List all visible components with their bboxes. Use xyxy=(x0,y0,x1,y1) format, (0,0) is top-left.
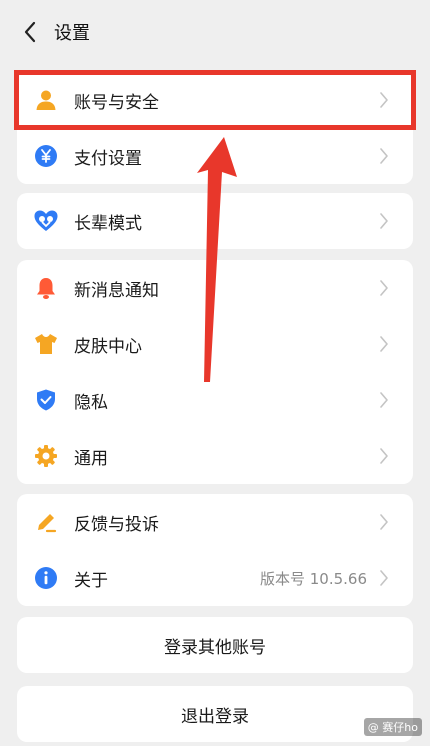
yuan-icon xyxy=(32,142,60,170)
menu-item-label: 通用 xyxy=(74,448,108,469)
version-text: 版本号 10.5.66 xyxy=(259,569,367,588)
menu-item-account-security[interactable]: 账号与安全 xyxy=(17,72,413,128)
menu-item-general[interactable]: 通用 xyxy=(17,428,413,484)
watermark: @ 赛仔ho xyxy=(363,718,422,736)
chevron-left-icon xyxy=(24,21,36,43)
menu-item-skin-center[interactable]: 皮肤中心 xyxy=(17,316,413,372)
back-button[interactable] xyxy=(10,12,50,52)
menu-item-label: 长辈模式 xyxy=(74,213,142,234)
chevron-right-icon xyxy=(373,89,395,111)
logout-button[interactable]: 退出登录 xyxy=(17,686,413,742)
heart-elder-icon xyxy=(32,207,60,235)
tshirt-icon xyxy=(32,330,60,358)
menu-item-label: 关于 xyxy=(74,570,108,591)
pencil-icon xyxy=(32,508,60,536)
menu-item-label: 隐私 xyxy=(74,392,108,413)
menu-item-feedback[interactable]: 反馈与投诉 xyxy=(17,494,413,550)
bell-icon xyxy=(32,274,60,302)
chevron-right-icon xyxy=(373,567,395,589)
menu-item-payment-settings[interactable]: 支付设置 xyxy=(17,128,413,184)
menu-item-elder-mode[interactable]: 长辈模式 xyxy=(17,193,413,249)
logout-label: 退出登录 xyxy=(181,706,249,727)
switch-account-label: 登录其他账号 xyxy=(164,637,266,658)
settings-card-about: 反馈与投诉 关于 版本号 10.5.66 xyxy=(17,494,413,606)
settings-card-account: 账号与安全 支付设置 xyxy=(17,72,413,184)
settings-card-general: 新消息通知 皮肤中心 隐私 通用 xyxy=(17,260,413,484)
chevron-right-icon xyxy=(373,210,395,232)
chevron-right-icon xyxy=(373,445,395,467)
menu-item-about[interactable]: 关于 版本号 10.5.66 xyxy=(17,550,413,606)
menu-item-notifications[interactable]: 新消息通知 xyxy=(17,260,413,316)
switch-account-button[interactable]: 登录其他账号 xyxy=(17,617,413,673)
user-icon xyxy=(32,86,60,114)
menu-item-label: 账号与安全 xyxy=(74,92,159,113)
menu-item-label: 支付设置 xyxy=(74,148,142,169)
menu-item-label: 反馈与投诉 xyxy=(74,514,159,535)
chevron-right-icon xyxy=(373,333,395,355)
info-icon xyxy=(32,564,60,592)
menu-item-label: 新消息通知 xyxy=(74,280,159,301)
page-title: 设置 xyxy=(54,23,90,44)
chevron-right-icon xyxy=(373,277,395,299)
chevron-right-icon xyxy=(373,145,395,167)
shield-check-icon xyxy=(32,386,60,414)
top-bar: 设置 xyxy=(0,0,430,64)
menu-item-privacy[interactable]: 隐私 xyxy=(17,372,413,428)
chevron-right-icon xyxy=(373,389,395,411)
gear-icon xyxy=(32,442,60,470)
settings-card-elder: 长辈模式 xyxy=(17,193,413,249)
menu-item-label: 皮肤中心 xyxy=(74,336,142,357)
chevron-right-icon xyxy=(373,511,395,533)
